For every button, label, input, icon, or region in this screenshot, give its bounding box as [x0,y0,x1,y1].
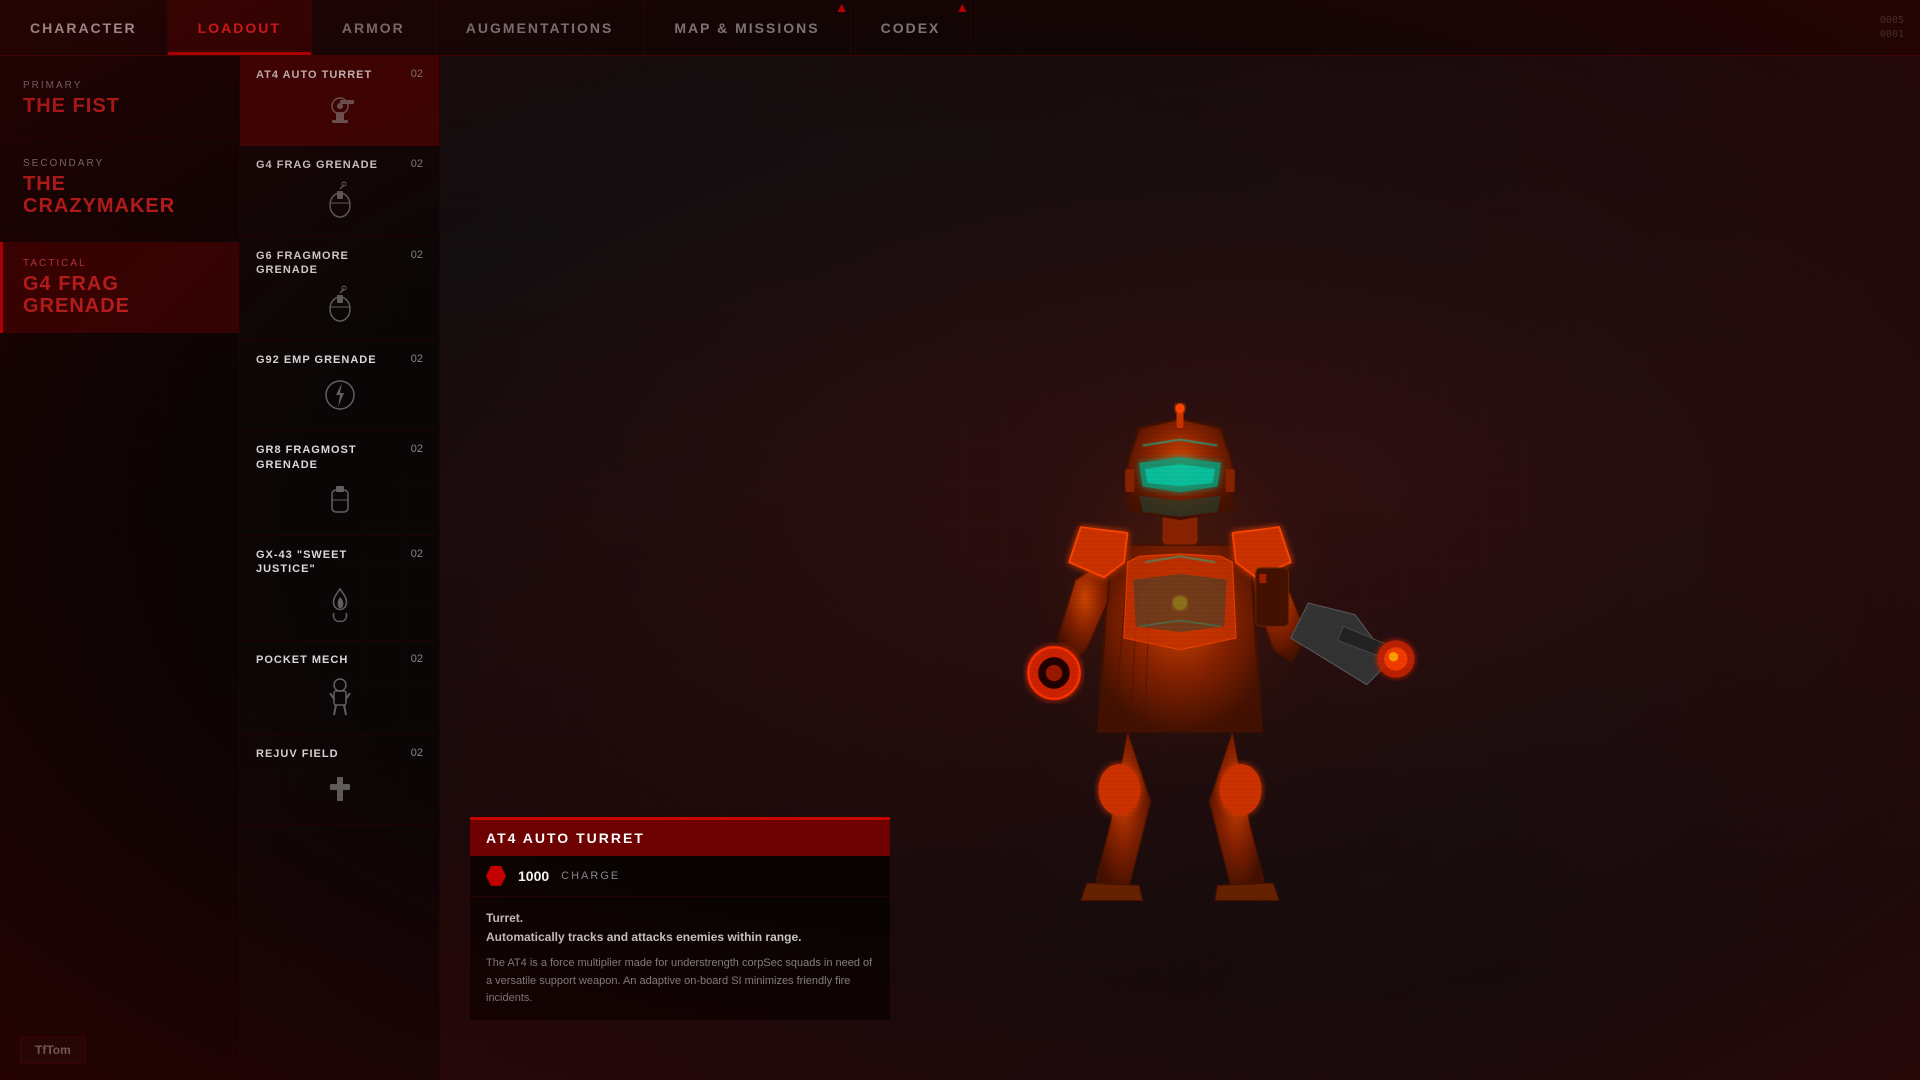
item-count: 02 [411,158,423,170]
corner-code: 00050001 [1864,0,1920,55]
character-svg [940,218,1420,918]
item-header: G6 FRAGMORE GRENADE 02 [256,249,423,278]
item-name: GR8 FRAGMOST GRENADE [256,443,403,472]
tab-map-missions[interactable]: MAP & MISSIONS [644,0,850,55]
stat-value: 1000 [518,868,549,884]
item-gr8-fragmost-grenade[interactable]: GR8 FRAGMOST GRENADE 02 [240,431,439,536]
detail-lore: The AT4 is a force multiplier made for u… [486,955,874,1008]
item-pocket-mech[interactable]: POCKET MECH 02 [240,641,439,735]
slot-primary[interactable]: PRIMARY THE FIST [0,64,239,133]
slot-divider-1 [0,137,239,138]
item-icon-pocket-mech [256,675,423,726]
item-icon-sweet-justice [256,585,423,632]
item-count: 02 [411,548,423,560]
item-header: GX-43 "SWEET JUSTICE" 02 [256,548,423,577]
codex-alert-icon [958,4,966,12]
slot-primary-label: PRIMARY [23,80,219,91]
item-icon-emp [256,375,423,422]
item-g6-fragmore-grenade[interactable]: G6 FRAGMORE GRENADE 02 [240,237,439,342]
item-icon-fragmost [256,480,423,527]
username-badge: TfTom [20,1036,86,1064]
item-count: 02 [411,68,423,80]
item-name: G6 FRAGMORE GRENADE [256,249,403,278]
slot-tactical-name: G4 FRAG GRENADE [23,273,219,317]
slot-secondary-label: SECONDARY [23,158,219,169]
item-name: G4 FRAG GRENADE [256,158,403,172]
tab-loadout[interactable]: LOADOUT [168,0,312,55]
detail-title: AT4 AUTO TURRET [470,820,890,856]
item-header: AT4 AUTO TURRET 02 [256,68,423,82]
item-header: G4 FRAG GRENADE 02 [256,158,423,172]
slot-tactical[interactable]: TACTICAL G4 FRAG GRENADE [0,242,239,333]
item-g4-frag-grenade[interactable]: G4 FRAG GRENADE 02 [240,146,439,236]
map-missions-alert-icon [838,4,846,12]
item-icon-grenade2 [256,285,423,332]
item-header: GR8 FRAGMOST GRENADE 02 [256,443,423,472]
item-rejuv-field[interactable]: REJUV FIELD 02 [240,735,439,825]
stat-icon [486,866,506,886]
item-count: 02 [411,653,423,665]
item-icon-rejuv [256,769,423,816]
detail-stats-row: 1000 CHARGE [470,856,890,897]
item-name: G92 EMP GRENADE [256,353,403,367]
item-count: 02 [411,443,423,455]
top-navigation: CHARACTER LOADOUT ARMOR AUGMENTATIONS MA… [0,0,1920,56]
slot-secondary-name: THE CRAZYMAKER [23,173,219,217]
item-g92-emp-grenade[interactable]: G92 EMP GRENADE 02 [240,341,439,431]
item-icon-turret [256,90,423,137]
slot-tactical-label: TACTICAL [23,258,219,269]
detail-description: Turret. Automatically tracks and attacks… [470,897,890,1020]
item-detail-panel: AT4 AUTO TURRET 1000 CHARGE Turret. Auto… [470,817,890,1020]
item-count: 02 [411,249,423,261]
item-count: 02 [411,353,423,365]
item-at4-auto-turret[interactable]: AT4 AUTO TURRET 02 [240,56,439,146]
character-figure [940,218,1420,918]
item-gx43-sweet-justice[interactable]: GX-43 "SWEET JUSTICE" 02 [240,536,439,641]
item-name: GX-43 "SWEET JUSTICE" [256,548,403,577]
item-count: 02 [411,747,423,759]
tab-character[interactable]: CHARACTER [0,0,168,55]
tab-armor[interactable]: ARMOR [312,0,436,55]
tab-augmentations[interactable]: AUGMENTATIONS [436,0,645,55]
item-icon-grenade [256,181,423,228]
slot-primary-name: THE FIST [23,95,219,117]
item-header: G92 EMP GRENADE 02 [256,353,423,367]
detail-desc-short: Turret. Automatically tracks and attacks… [486,909,874,947]
item-name: AT4 AUTO TURRET [256,68,403,82]
slot-secondary[interactable]: SECONDARY THE CRAZYMAKER [0,142,239,233]
item-name: REJUV FIELD [256,747,403,761]
item-name: POCKET MECH [256,653,403,667]
items-list-panel: AT4 AUTO TURRET 02 G4 FRAG GRENADE 02 [240,56,440,1080]
item-header: POCKET MECH 02 [256,653,423,667]
slot-divider-2 [0,237,239,238]
loadout-slots-panel: PRIMARY THE FIST SECONDARY THE CRAZYMAKE… [0,56,240,1080]
item-header: REJUV FIELD 02 [256,747,423,761]
tab-codex[interactable]: CODEX [851,0,972,55]
stat-type: CHARGE [561,870,620,882]
main-content-area: AT4 AUTO TURRET 1000 CHARGE Turret. Auto… [440,56,1920,1080]
